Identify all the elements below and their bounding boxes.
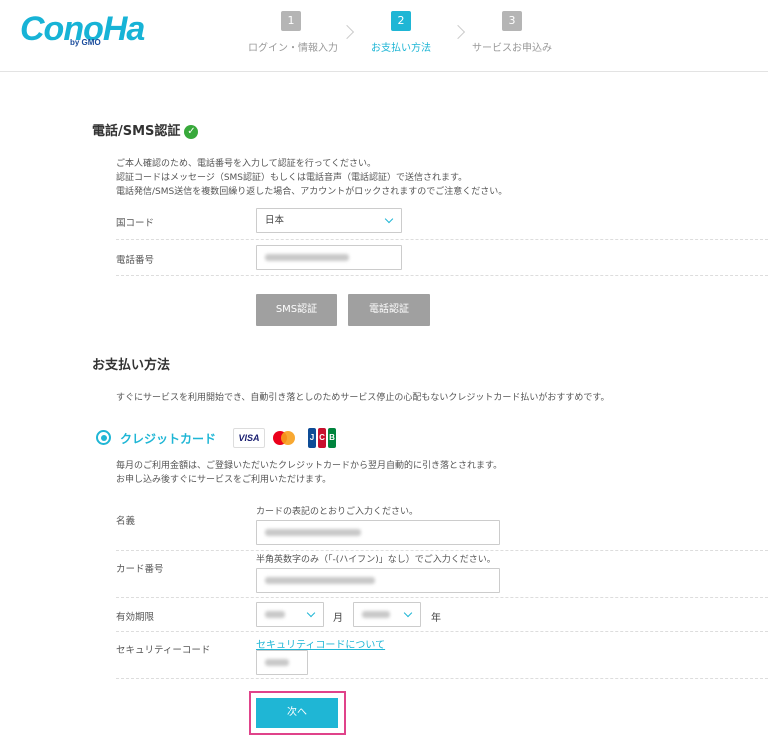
step-1-label: ログイン・情報入力 xyxy=(248,43,338,54)
chevron-down-icon xyxy=(306,608,316,618)
payment-section-title: お支払い方法 xyxy=(92,358,171,373)
card-number-hint: 半角英数字のみ（「-(ハイフン)」なし）でご入力ください。 xyxy=(256,555,496,565)
step-1: 1 ログイン・情報入力 xyxy=(248,11,338,54)
year-unit: 年 xyxy=(431,613,441,624)
divider xyxy=(116,631,768,632)
chevron-right-icon xyxy=(339,24,355,40)
expiry-label: 有効期限 xyxy=(116,612,155,623)
card-number-input[interactable] xyxy=(256,568,500,593)
sms-auth-button[interactable]: SMS認証 xyxy=(256,294,337,326)
security-code-label: セキュリティーコード xyxy=(116,645,211,656)
next-button[interactable]: 次へ xyxy=(256,698,338,728)
credit-card-radio[interactable] xyxy=(96,430,111,445)
phone-note-2: 認証コードはメッセージ（SMS認証）もしくは電話音声（電話認証）で送信されます。 xyxy=(116,173,468,183)
visa-icon: VISA xyxy=(233,428,265,448)
phone-section-title-text: 電話/SMS認証 xyxy=(92,124,181,139)
phone-section-title: 電話/SMS認証 ✓ xyxy=(92,120,199,139)
credit-card-label[interactable]: クレジットカード xyxy=(120,430,216,447)
country-label: 国コード xyxy=(116,218,155,229)
masked-phone-value xyxy=(265,254,349,261)
step-2-number: 2 xyxy=(391,11,411,31)
mastercard-icon xyxy=(270,428,300,448)
expiry-month-select[interactable] xyxy=(256,602,324,627)
jcb-icon: J C B xyxy=(308,428,336,448)
masked-name-value xyxy=(265,529,361,536)
card-note-2: お申し込み後すぐにサービスをご利用いただけます。 xyxy=(116,475,332,485)
masked-security-code xyxy=(265,659,289,666)
security-code-help-link[interactable]: セキュリティコードについて xyxy=(256,636,385,651)
country-select[interactable]: 日本 xyxy=(256,208,402,233)
chevron-down-icon xyxy=(384,214,394,224)
country-select-value: 日本 xyxy=(265,215,285,226)
security-code-input[interactable] xyxy=(256,650,308,675)
divider xyxy=(116,550,768,551)
payment-intro: すぐにサービスを利用開始でき、自動引き落としのためサービス停止の心配もないクレジ… xyxy=(116,393,610,403)
check-circle-icon: ✓ xyxy=(184,125,199,139)
masked-year-value xyxy=(362,611,390,618)
card-number-label: カード番号 xyxy=(116,564,164,575)
expiry-year-select[interactable] xyxy=(353,602,421,627)
phone-label: 電話番号 xyxy=(116,255,155,266)
phone-notes: ご本人確認のため、電話番号を入力して認証を行ってください。 認証コードはメッセー… xyxy=(116,157,507,199)
card-notes: 毎月のご利用金額は、ご登録いただいたクレジットカードから翌月自動的に引き落とされ… xyxy=(116,459,502,487)
masked-month-value xyxy=(265,611,285,618)
phone-auth-button[interactable]: 電話認証 xyxy=(348,294,430,326)
header: ConoHa by GMO 1 ログイン・情報入力 2 お支払い方法 3 サービ… xyxy=(0,0,768,72)
phone-note-1: ご本人確認のため、電話番号を入力して認証を行ってください。 xyxy=(116,159,377,169)
step-1-number: 1 xyxy=(281,11,301,31)
step-2-label: お支払い方法 xyxy=(371,43,431,54)
month-unit: 月 xyxy=(333,613,343,624)
chevron-down-icon xyxy=(403,608,413,618)
divider xyxy=(116,678,768,679)
divider xyxy=(116,239,768,240)
chevron-right-icon xyxy=(450,24,466,40)
phone-note-3: 電話発信/SMS送信を複数回繰り返した場合、アカウントがロックされますのでご注意… xyxy=(116,187,508,197)
step-3-number: 3 xyxy=(502,11,522,31)
step-2: 2 お支払い方法 xyxy=(370,11,432,54)
cardholder-name-label: 名義 xyxy=(116,516,136,527)
phone-input[interactable] xyxy=(256,245,402,270)
step-3-label: サービスお申込み xyxy=(472,43,552,54)
step-indicator: 1 ログイン・情報入力 2 お支払い方法 3 サービスお申込み xyxy=(0,11,768,61)
masked-card-number xyxy=(265,577,375,584)
card-note-1: 毎月のご利用金額は、ご登録いただいたクレジットカードから翌月自動的に引き落とされ… xyxy=(116,461,503,471)
cardholder-name-hint: カードの表記のとおりご入力ください。 xyxy=(256,507,419,517)
step-3: 3 サービスお申込み xyxy=(472,11,552,54)
divider xyxy=(116,275,768,276)
divider xyxy=(116,597,768,598)
cardholder-name-input[interactable] xyxy=(256,520,500,545)
